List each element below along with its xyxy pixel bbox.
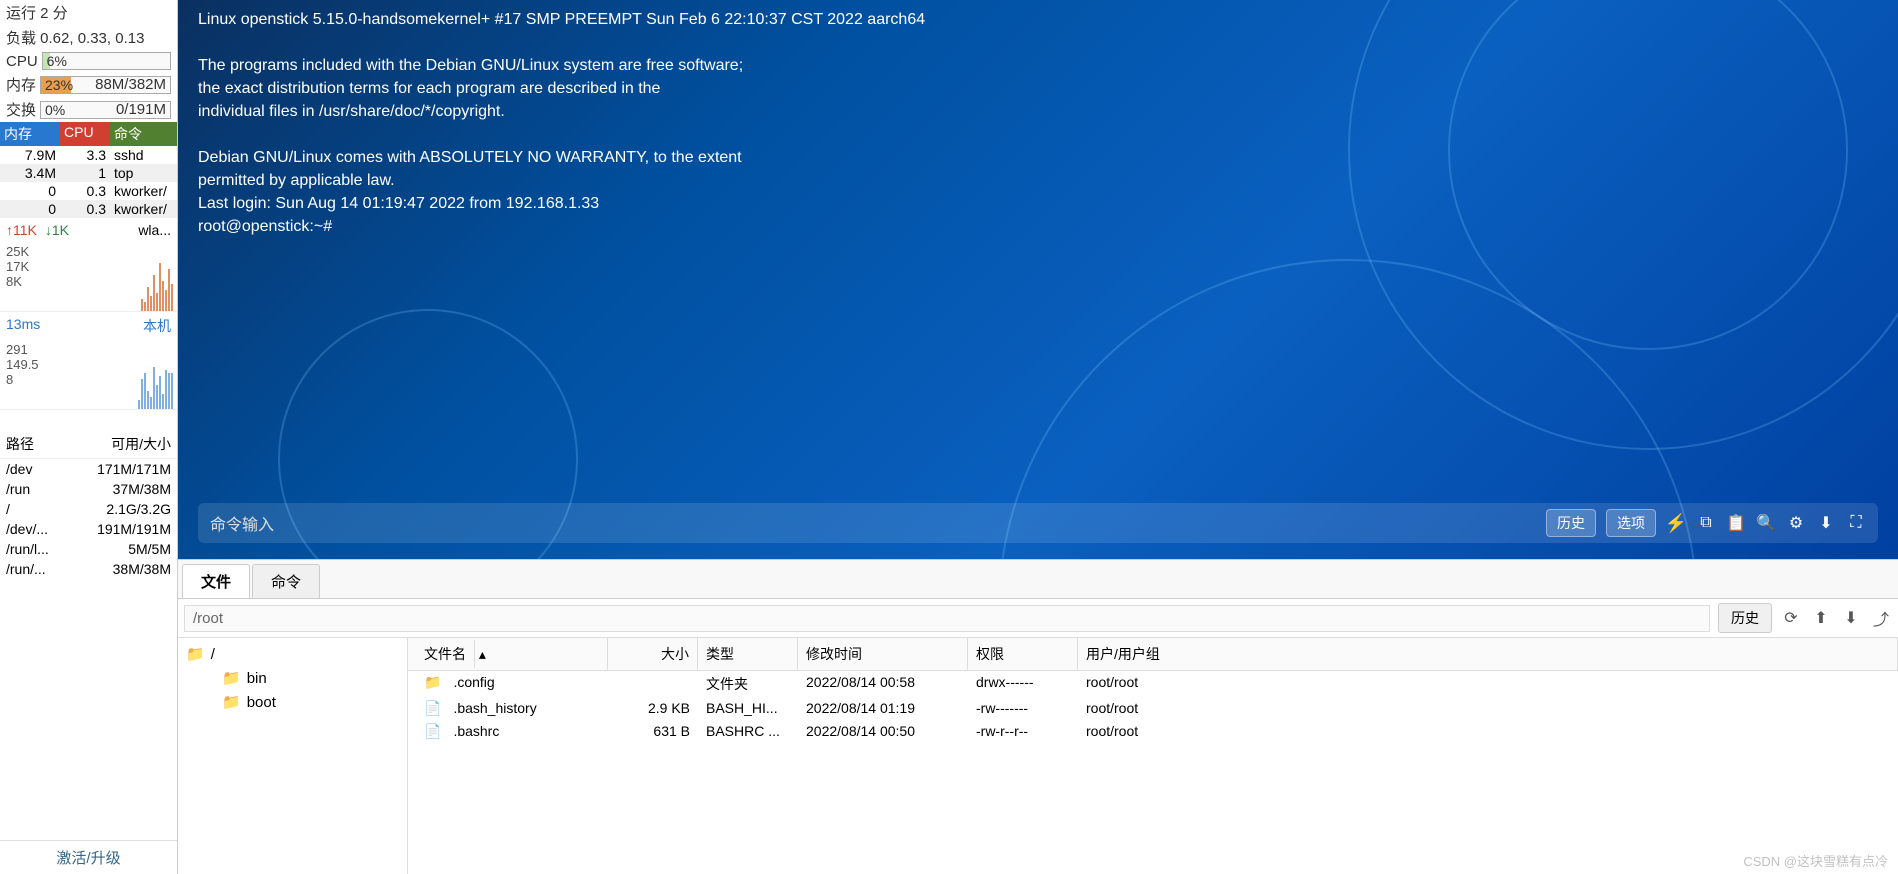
options-button[interactable]: 选项 xyxy=(1606,509,1656,537)
tree-item[interactable]: 📁boot xyxy=(182,690,403,714)
tab-cmd[interactable]: 命令 xyxy=(252,564,320,598)
command-input[interactable]: 命令输入 xyxy=(210,511,1536,535)
col-user[interactable]: 用户/用户组 xyxy=(1078,638,1898,670)
ping-ms: 13ms xyxy=(6,316,40,336)
header-cpu[interactable]: CPU xyxy=(60,122,110,146)
tree-root[interactable]: 📁/ xyxy=(182,642,403,666)
path-col: 路径 xyxy=(6,434,56,454)
col-name[interactable]: 文件名 ▴ xyxy=(408,638,608,670)
net-up: ↑11K xyxy=(6,222,37,238)
col-perm[interactable]: 权限 xyxy=(968,638,1078,670)
lightning-icon[interactable]: ⚡ xyxy=(1666,513,1686,533)
ping-graph: 291 149.5 8 xyxy=(0,340,177,410)
activate-link[interactable]: 激活/升级 xyxy=(0,840,177,874)
main: Linux openstick 5.15.0-handsomekernel+ #… xyxy=(178,0,1898,874)
upload-file-icon[interactable]: ⤴ xyxy=(1870,607,1892,629)
load: 负载 0.62, 0.33, 0.13 xyxy=(0,25,177,50)
header-mem[interactable]: 内存 xyxy=(0,122,60,146)
path-history-button[interactable]: 历史 xyxy=(1718,603,1772,633)
download-icon[interactable]: ⬇ xyxy=(1816,513,1836,533)
file-row[interactable]: 📄.bashrc631 BBASHRC ...2022/08/14 00:50-… xyxy=(408,720,1898,743)
fullscreen-icon[interactable]: ⛶ xyxy=(1846,513,1866,533)
mem-text: 88M/382M xyxy=(95,76,170,93)
mem-bar: 23% 88M/382M xyxy=(40,76,171,94)
folder-icon: 📁 xyxy=(416,671,449,693)
file-panel: 文件 命令 /root 历史 ⟳ ⬆ ⬇ ⤴ 📁/ 📁bin📁boot 文件名 … xyxy=(178,559,1898,874)
sidebar: 运行 2 分 负载 0.62, 0.33, 0.13 CPU 6% 内存 23%… xyxy=(0,0,178,874)
disk-row[interactable]: /run/...38M/38M xyxy=(0,559,177,579)
folder-icon: 📁 xyxy=(222,669,241,687)
refresh-icon[interactable]: ⟳ xyxy=(1780,607,1802,629)
disk-row[interactable]: /run37M/38M xyxy=(0,479,177,499)
file-icon: 📄 xyxy=(416,697,449,719)
swap-row: 交换 0% 0/191M xyxy=(0,97,177,122)
download-file-icon[interactable]: ⬇ xyxy=(1840,607,1862,629)
copy-icon[interactable]: ⧉ xyxy=(1696,513,1716,533)
cpu-pct: 6% xyxy=(43,53,71,69)
swap-label: 交换 xyxy=(6,99,36,120)
col-type[interactable]: 类型 xyxy=(698,638,798,670)
tree-root-label: / xyxy=(211,646,215,663)
uptime: 运行 2 分 xyxy=(0,0,177,25)
ping-stats: 13ms 本机 xyxy=(0,312,177,340)
net-interface: wla... xyxy=(138,222,171,238)
file-tree[interactable]: 📁/ 📁bin📁boot xyxy=(178,638,408,874)
disk-row[interactable]: /run/l...5M/5M xyxy=(0,539,177,559)
command-bar: 命令输入 历史 选项 ⚡ ⧉ 📋 🔍 ⚙ ⬇ ⛶ xyxy=(198,503,1878,543)
col-date[interactable]: 修改时间 xyxy=(798,638,968,670)
swap-bar: 0% 0/191M xyxy=(40,101,171,119)
mem-label: 内存 xyxy=(6,74,36,95)
network-graph: 25K 17K 8K xyxy=(0,242,177,312)
process-row[interactable]: 00.3kworker/ xyxy=(0,182,177,200)
disk-header: 路径 可用/大小 xyxy=(0,430,177,459)
file-body: 📁/ 📁bin📁boot 文件名 ▴ 大小 类型 修改时间 权限 用户/用户组 … xyxy=(178,638,1898,874)
file-icon: 📄 xyxy=(416,720,449,742)
list-header: 文件名 ▴ 大小 类型 修改时间 权限 用户/用户组 xyxy=(408,638,1898,671)
file-row[interactable]: 📄.bash_history2.9 KBBASH_HI...2022/08/14… xyxy=(408,697,1898,720)
cpu-bar: 6% xyxy=(42,52,171,70)
cpu-label: CPU xyxy=(6,53,38,70)
tab-files[interactable]: 文件 xyxy=(182,564,250,598)
process-row[interactable]: 7.9M3.3sshd xyxy=(0,146,177,164)
disk-list: /dev171M/171M/run37M/38M/2.1G/3.2G/dev/.… xyxy=(0,459,177,579)
disk-row[interactable]: /dev/...191M/191M xyxy=(0,519,177,539)
tree-item[interactable]: 📁bin xyxy=(182,666,403,690)
net-down: ↓1K xyxy=(45,222,69,238)
terminal[interactable]: Linux openstick 5.15.0-handsomekernel+ #… xyxy=(178,0,1898,559)
swap-pct: 0% xyxy=(41,102,69,118)
history-button[interactable]: 历史 xyxy=(1546,509,1596,537)
process-list: 7.9M3.3sshd3.4M1top00.3kworker/00.3kwork… xyxy=(0,146,177,218)
tabs: 文件 命令 xyxy=(178,560,1898,599)
swap-text: 0/191M xyxy=(116,101,170,118)
process-row[interactable]: 3.4M1top xyxy=(0,164,177,182)
paste-icon[interactable]: 📋 xyxy=(1726,513,1746,533)
watermark: CSDN @这块雪糕有点冷 xyxy=(1743,851,1888,870)
col-size[interactable]: 大小 xyxy=(608,638,698,670)
network-stats: ↑11K ↓1K wla... xyxy=(0,218,177,242)
ping-host: 本机 xyxy=(143,316,171,336)
path-input[interactable]: /root xyxy=(184,605,1710,632)
mem-pct: 23% xyxy=(41,77,77,93)
process-header: 内存 CPU 命令 xyxy=(0,122,177,146)
file-list: 文件名 ▴ 大小 类型 修改时间 权限 用户/用户组 📁.config文件夹20… xyxy=(408,638,1898,874)
disk-row[interactable]: /dev171M/171M xyxy=(0,459,177,479)
disk-row[interactable]: /2.1G/3.2G xyxy=(0,499,177,519)
folder-icon: 📁 xyxy=(186,645,205,663)
header-cmd[interactable]: 命令 xyxy=(110,122,177,146)
search-icon[interactable]: 🔍 xyxy=(1756,513,1776,533)
size-col: 可用/大小 xyxy=(111,434,171,454)
cpu-row: CPU 6% xyxy=(0,50,177,72)
mem-row: 内存 23% 88M/382M xyxy=(0,72,177,97)
file-row[interactable]: 📁.config文件夹2022/08/14 00:58drwx------roo… xyxy=(408,671,1898,697)
path-bar: /root 历史 ⟳ ⬆ ⬇ ⤴ xyxy=(178,599,1898,638)
upload-icon[interactable]: ⬆ xyxy=(1810,607,1832,629)
gear-icon[interactable]: ⚙ xyxy=(1786,513,1806,533)
folder-icon: 📁 xyxy=(222,693,241,711)
process-row[interactable]: 00.3kworker/ xyxy=(0,200,177,218)
